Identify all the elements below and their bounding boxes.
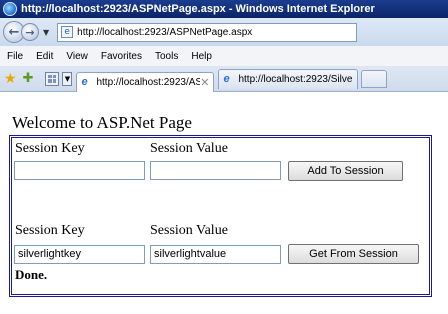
menu-bar: File Edit View Favorites Tools Help xyxy=(0,46,448,66)
status-text: Done. xyxy=(15,267,48,282)
recent-pages-dropdown-icon[interactable]: ▼ xyxy=(43,28,49,37)
page-content: Welcome to ASP.Net Page Session Key Sess… xyxy=(0,93,448,314)
ie-page-icon: e xyxy=(223,73,230,85)
tab-close-icon[interactable]: ✕ xyxy=(200,76,209,89)
get-from-session-button[interactable]: Get From Session xyxy=(288,244,419,264)
set-session-value-label: Session Value xyxy=(150,141,228,156)
tab-label: http://localhost:2923/AS... xyxy=(96,76,201,88)
menu-help[interactable]: Help xyxy=(191,51,212,62)
window-title: http://localhost:2923/ASPNetPage.aspx - … xyxy=(21,3,375,15)
get-session-key-label: Session Key xyxy=(15,223,85,238)
set-session-value-input[interactable] xyxy=(150,161,281,180)
favorites-star-icon[interactable]: ★ xyxy=(4,71,17,87)
get-session-key-input[interactable]: silverlightkey xyxy=(14,245,145,264)
set-session-key-label: Session Key xyxy=(15,141,85,156)
add-favorite-icon[interactable]: ✚ xyxy=(23,71,34,86)
page-icon: e xyxy=(61,26,74,38)
quick-tabs-icon[interactable] xyxy=(45,71,60,86)
ie-logo-icon xyxy=(3,2,17,16)
new-tab-button[interactable] xyxy=(361,69,388,88)
menu-tools[interactable]: Tools xyxy=(155,51,178,62)
menu-favorites[interactable]: Favorites xyxy=(101,51,142,62)
navigation-bar: ← → ▼ e http://localhost:2923/ASPNetPage… xyxy=(0,18,448,46)
session-panel: Session Key Session Value Add To Session… xyxy=(9,135,432,297)
ie-page-icon: e xyxy=(81,76,88,88)
tab-aspnet-page[interactable]: e http://localhost:2923/AS... ✕ xyxy=(76,71,215,92)
add-to-session-button[interactable]: Add To Session xyxy=(288,161,403,181)
menu-view[interactable]: View xyxy=(66,51,88,62)
set-session-key-input[interactable] xyxy=(14,161,145,180)
tab-label: http://localhost:2923/Silverli... xyxy=(238,73,353,85)
address-url[interactable]: http://localhost:2923/ASPNetPage.aspx xyxy=(77,27,252,38)
forward-button[interactable]: → xyxy=(21,23,39,41)
page-heading: Welcome to ASP.Net Page xyxy=(12,113,192,132)
tab-silverlight-page[interactable]: e http://localhost:2923/Silverli... xyxy=(218,68,359,89)
address-bar[interactable]: e http://localhost:2923/ASPNetPage.aspx xyxy=(57,22,358,42)
window-titlebar: http://localhost:2923/ASPNetPage.aspx - … xyxy=(0,0,448,18)
get-session-value-label: Session Value xyxy=(150,223,228,238)
get-session-value-input[interactable]: silverlightvalue xyxy=(150,245,281,264)
menu-edit[interactable]: Edit xyxy=(36,51,53,62)
tab-list-dropdown-icon[interactable]: ▼ xyxy=(62,71,73,86)
menu-file[interactable]: File xyxy=(7,51,23,62)
tab-bar: ★ ✚ ▼ e http://localhost:2923/AS... ✕ e … xyxy=(0,66,448,92)
